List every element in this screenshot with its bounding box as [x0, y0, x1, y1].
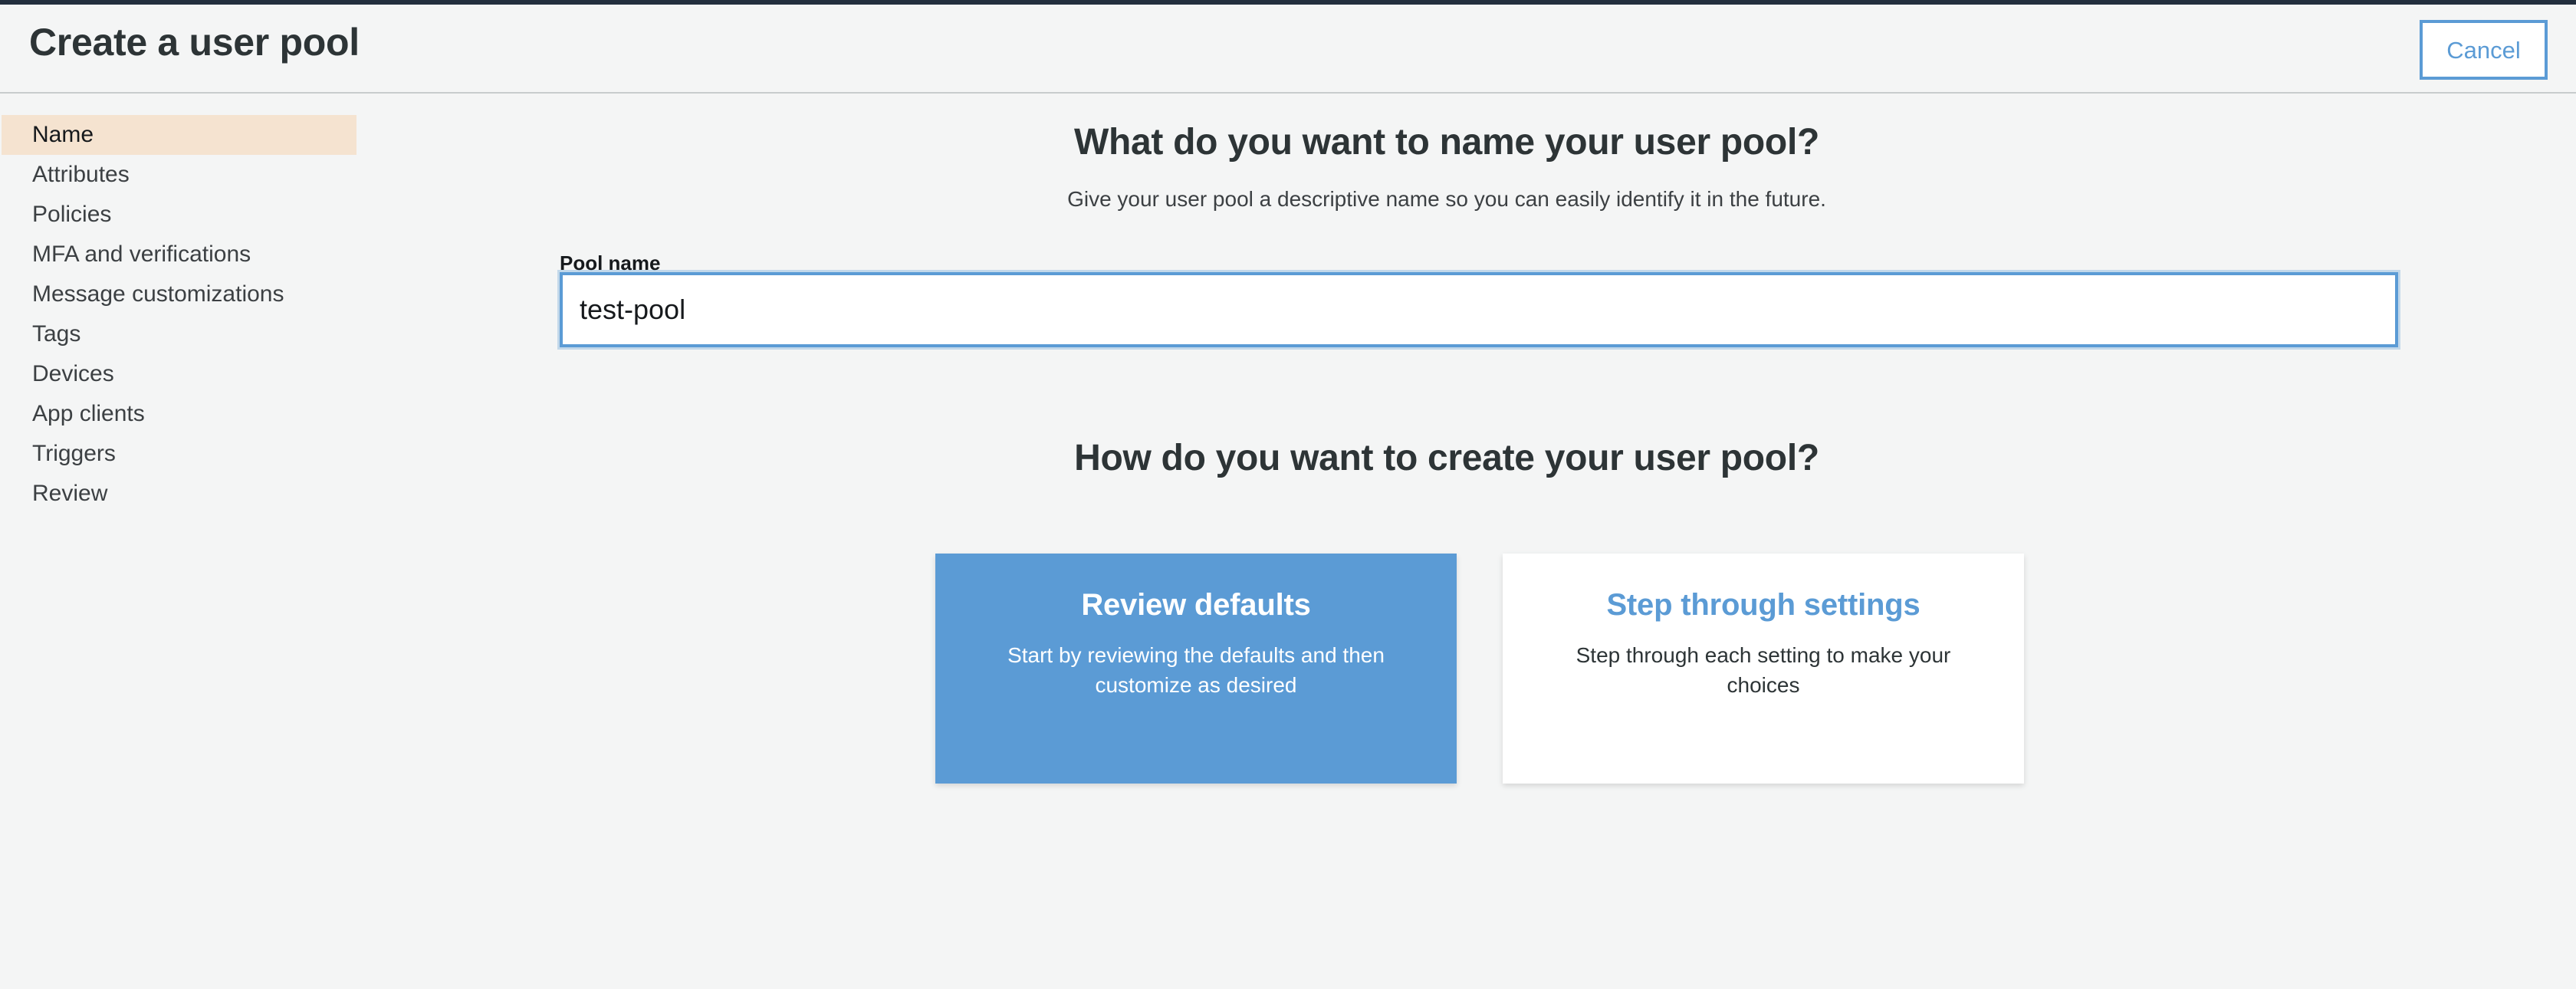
- sidebar-item-label: Devices: [32, 361, 114, 386]
- sidebar-item-review[interactable]: Review: [0, 474, 360, 514]
- create-method-heading: How do you want to create your user pool…: [1074, 438, 1819, 478]
- create-method-card-group: Review defaults Start by reviewing the d…: [935, 554, 2024, 784]
- sidebar-item-label: Name: [32, 122, 94, 147]
- page-title: Create a user pool: [29, 21, 360, 64]
- sidebar-item-policies[interactable]: Policies: [0, 195, 360, 235]
- sidebar-item-devices[interactable]: Devices: [0, 354, 360, 394]
- sidebar-item-label: MFA and verifications: [32, 242, 251, 267]
- sidebar-item-label: Attributes: [32, 162, 130, 187]
- step-through-settings-card[interactable]: Step through settings Step through each …: [1503, 554, 2024, 784]
- name-section-subtitle: Give your user pool a descriptive name s…: [1067, 187, 1826, 211]
- wizard-step-sidebar: Name Attributes Policies MFA and verific…: [0, 115, 360, 514]
- page-header: Create a user pool Cancel: [0, 5, 2576, 94]
- sidebar-item-label: Policies: [32, 202, 112, 227]
- name-section-heading: What do you want to name your user pool?: [1073, 122, 1820, 163]
- review-defaults-card[interactable]: Review defaults Start by reviewing the d…: [935, 554, 1457, 784]
- review-defaults-description: Start by reviewing the defaults and then…: [1007, 643, 1385, 697]
- sidebar-item-app-clients[interactable]: App clients: [0, 394, 360, 434]
- step-through-settings-description: Step through each setting to make your c…: [1576, 643, 1951, 697]
- sidebar-item-attributes[interactable]: Attributes: [0, 155, 360, 195]
- sidebar-item-tags[interactable]: Tags: [0, 314, 360, 354]
- pool-name-input[interactable]: [560, 272, 2398, 347]
- cancel-button[interactable]: Cancel: [2420, 20, 2548, 80]
- sidebar-item-name[interactable]: Name: [2, 115, 356, 155]
- sidebar-item-label: Triggers: [32, 441, 116, 466]
- create-user-pool-page: Create a user pool Cancel Name Attribute…: [0, 0, 2576, 989]
- main-content: What do you want to name your user pool?…: [360, 94, 2576, 989]
- step-through-settings-title: Step through settings: [1606, 588, 1921, 622]
- sidebar-item-label: Tags: [32, 321, 81, 347]
- sidebar-item-label: App clients: [32, 401, 145, 426]
- sidebar-item-message-customizations[interactable]: Message customizations: [0, 274, 360, 314]
- sidebar-item-mfa-and-verifications[interactable]: MFA and verifications: [0, 235, 360, 274]
- sidebar-item-label: Message customizations: [32, 281, 284, 307]
- review-defaults-title: Review defaults: [1081, 588, 1311, 622]
- sidebar-item-label: Review: [32, 481, 108, 506]
- sidebar-item-triggers[interactable]: Triggers: [0, 434, 360, 474]
